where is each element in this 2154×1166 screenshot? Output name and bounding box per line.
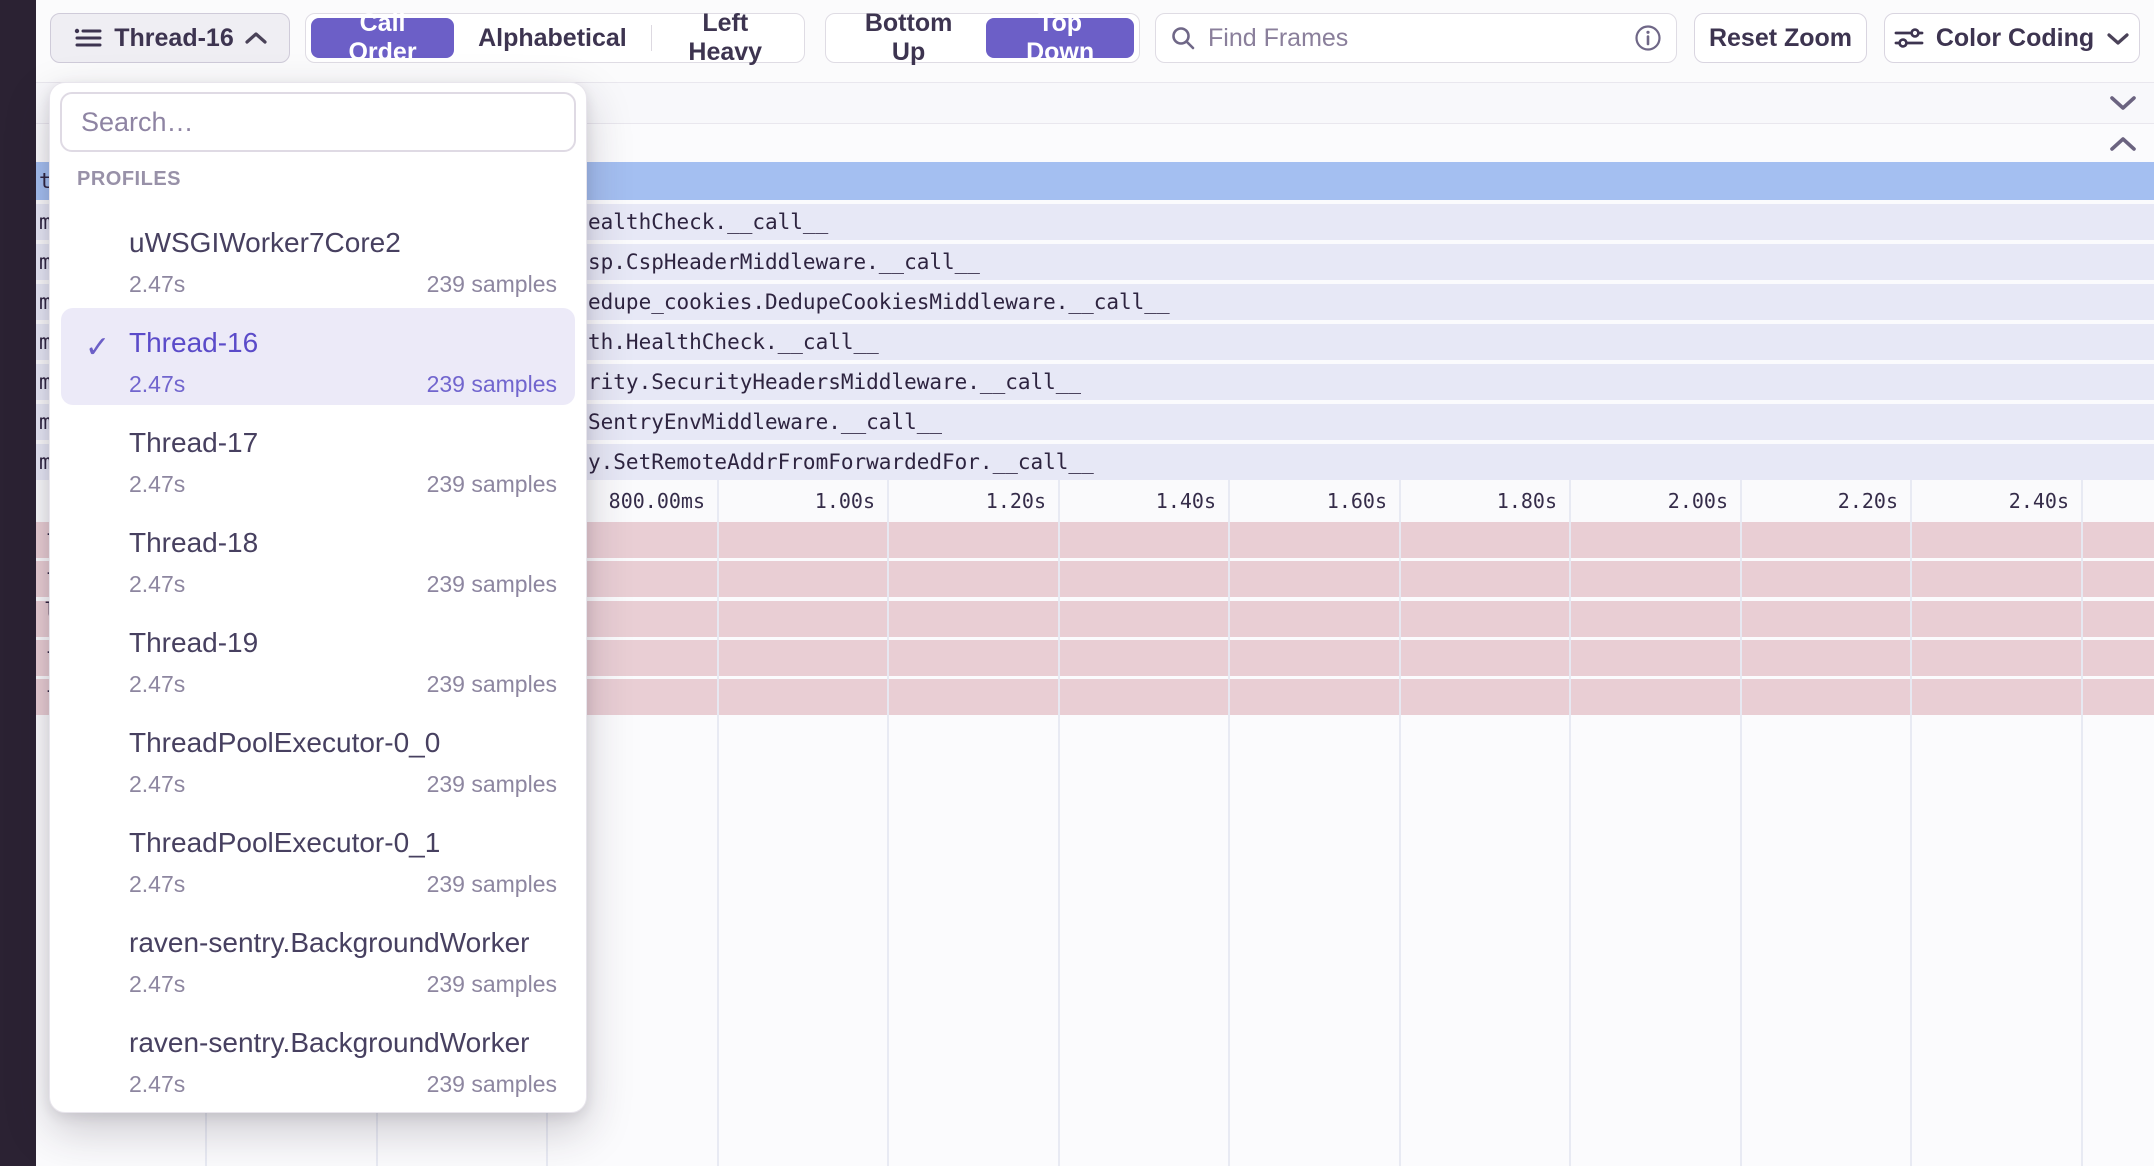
axis-tick-label: 1.40s <box>1156 489 1216 513</box>
direction-option-bottom-up[interactable]: Bottom Up <box>831 18 986 58</box>
profile-duration: 2.47s <box>129 972 185 996</box>
direction-option-top-down[interactable]: Top Down <box>986 18 1134 58</box>
profile-samples: 239 samples <box>427 772 557 796</box>
profile-list-item[interactable]: ✓ ThreadPoolExecutor-0_1 2.47s 239 sampl… <box>61 808 575 905</box>
flame-row-label: y.SetRemoteAddrFromForwardedFor.__call__ <box>588 450 1094 474</box>
sort-option-left-heavy[interactable]: Left Heavy <box>652 18 799 58</box>
profile-samples: 239 samples <box>427 872 557 896</box>
color-coding-label: Color Coding <box>1936 24 2094 53</box>
chevron-up-icon[interactable] <box>2108 135 2138 153</box>
thread-selector-button[interactable]: Thread-16 <box>50 13 290 63</box>
axis-tick-label: 1.80s <box>1497 489 1557 513</box>
reset-zoom-button[interactable]: Reset Zoom <box>1694 13 1867 63</box>
profile-samples: 239 samples <box>427 272 557 296</box>
profile-list-item[interactable]: ✓ Thread-18 2.47s 239 samples <box>61 508 575 605</box>
profile-name: ThreadPoolExecutor-0_0 <box>129 726 557 760</box>
find-frames-search[interactable] <box>1155 13 1677 63</box>
profile-list-item[interactable]: ✓ Thread-16 2.47s 239 samples <box>61 308 575 405</box>
profile-list-item[interactable]: ✓ raven-sentry.BackgroundWorker 2.47s 23… <box>61 908 575 1005</box>
profiling-flamegraph-app: t m ealthCheck.__call__ m sp.CspHeaderMi… <box>0 0 2154 1166</box>
flame-row-label: rity.SecurityHeadersMiddleware.__call__ <box>588 370 1081 394</box>
profile-list-item[interactable]: ✓ uWSGIWorker7Core2 2.47s 239 samples <box>61 208 575 305</box>
axis-tick-label: 2.20s <box>1838 489 1898 513</box>
axis-tick-label: 1.00s <box>815 489 875 513</box>
direction-segmented-control: Bottom Up Top Down <box>825 13 1140 63</box>
profile-name: Thread-19 <box>129 626 557 660</box>
profile-duration: 2.47s <box>129 372 185 396</box>
chevron-up-icon <box>244 31 268 46</box>
sort-option-call-order[interactable]: Call Order <box>311 18 454 58</box>
profile-list-item[interactable]: ✓ raven-sentry.BackgroundWorker 2.47s 23… <box>61 1008 575 1105</box>
profile-duration: 2.47s <box>129 572 185 596</box>
profile-list-item[interactable]: ✓ Thread-17 2.47s 239 samples <box>61 408 575 505</box>
profile-duration: 2.47s <box>129 472 185 496</box>
axis-tick-label: 1.20s <box>986 489 1046 513</box>
list-icon <box>72 23 104 53</box>
profile-name: Thread-17 <box>129 426 557 460</box>
sliders-icon <box>1894 25 1924 51</box>
profile-list: ✓ uWSGIWorker7Core2 2.47s 239 samples ✓ … <box>61 208 575 1108</box>
profile-name: raven-sentry.BackgroundWorker <box>129 926 557 960</box>
toolbar: Thread-16 Call Order Alphabetical Left H… <box>36 0 2154 82</box>
axis-tick-label: 2.00s <box>1668 489 1728 513</box>
profile-list-item[interactable]: ✓ ThreadPoolExecutor-0_0 2.47s 239 sampl… <box>61 708 575 805</box>
profile-search-input[interactable] <box>79 106 557 139</box>
thread-selector-label: Thread-16 <box>114 24 233 53</box>
info-icon[interactable] <box>1634 24 1662 52</box>
profile-dropdown: PROFILES ✓ uWSGIWorker7Core2 2.47s 239 s… <box>49 82 587 1113</box>
profile-samples: 239 samples <box>427 572 557 596</box>
profile-samples: 239 samples <box>427 672 557 696</box>
check-icon: ✓ <box>85 330 125 365</box>
profile-samples: 239 samples <box>427 972 557 996</box>
search-icon <box>1170 25 1196 51</box>
app-sidebar-strip <box>0 0 36 1166</box>
profile-samples: 239 samples <box>427 472 557 496</box>
profiles-section-label: PROFILES <box>77 168 181 191</box>
profile-name: ThreadPoolExecutor-0_1 <box>129 826 557 860</box>
profile-search-field[interactable] <box>60 92 576 152</box>
color-coding-button[interactable]: Color Coding <box>1884 13 2140 63</box>
profile-name: uWSGIWorker7Core2 <box>129 226 557 260</box>
chevron-down-icon <box>2106 31 2130 46</box>
profile-duration: 2.47s <box>129 772 185 796</box>
flame-row-label: th.HealthCheck.__call__ <box>588 330 879 354</box>
profile-duration: 2.47s <box>129 272 185 296</box>
flame-row-label: ealthCheck.__call__ <box>588 210 828 234</box>
profile-samples: 239 samples <box>427 372 557 396</box>
flame-row-label: sp.CspHeaderMiddleware.__call__ <box>588 250 980 274</box>
profile-name: raven-sentry.BackgroundWorker <box>129 1026 557 1060</box>
find-frames-input[interactable] <box>1206 23 1624 54</box>
sort-segmented-control: Call Order Alphabetical Left Heavy <box>305 13 805 63</box>
profile-name: Thread-16 <box>129 326 557 360</box>
axis-tick-label: 1.60s <box>1327 489 1387 513</box>
profile-duration: 2.47s <box>129 1072 185 1096</box>
flame-row-label: edupe_cookies.DedupeCookiesMiddleware.__… <box>588 290 1170 314</box>
chevron-down-icon[interactable] <box>2108 94 2138 112</box>
profile-duration: 2.47s <box>129 872 185 896</box>
axis-tick-label: 800.00ms <box>609 489 705 513</box>
flame-row-label: SentryEnvMiddleware.__call__ <box>588 410 942 434</box>
axis-tick-label: 2.40s <box>2009 489 2069 513</box>
profile-samples: 239 samples <box>427 1072 557 1096</box>
sort-option-alphabetical[interactable]: Alphabetical <box>454 18 651 58</box>
profile-name: Thread-18 <box>129 526 557 560</box>
profile-list-item[interactable]: ✓ Thread-19 2.47s 239 samples <box>61 608 575 705</box>
profile-duration: 2.47s <box>129 672 185 696</box>
